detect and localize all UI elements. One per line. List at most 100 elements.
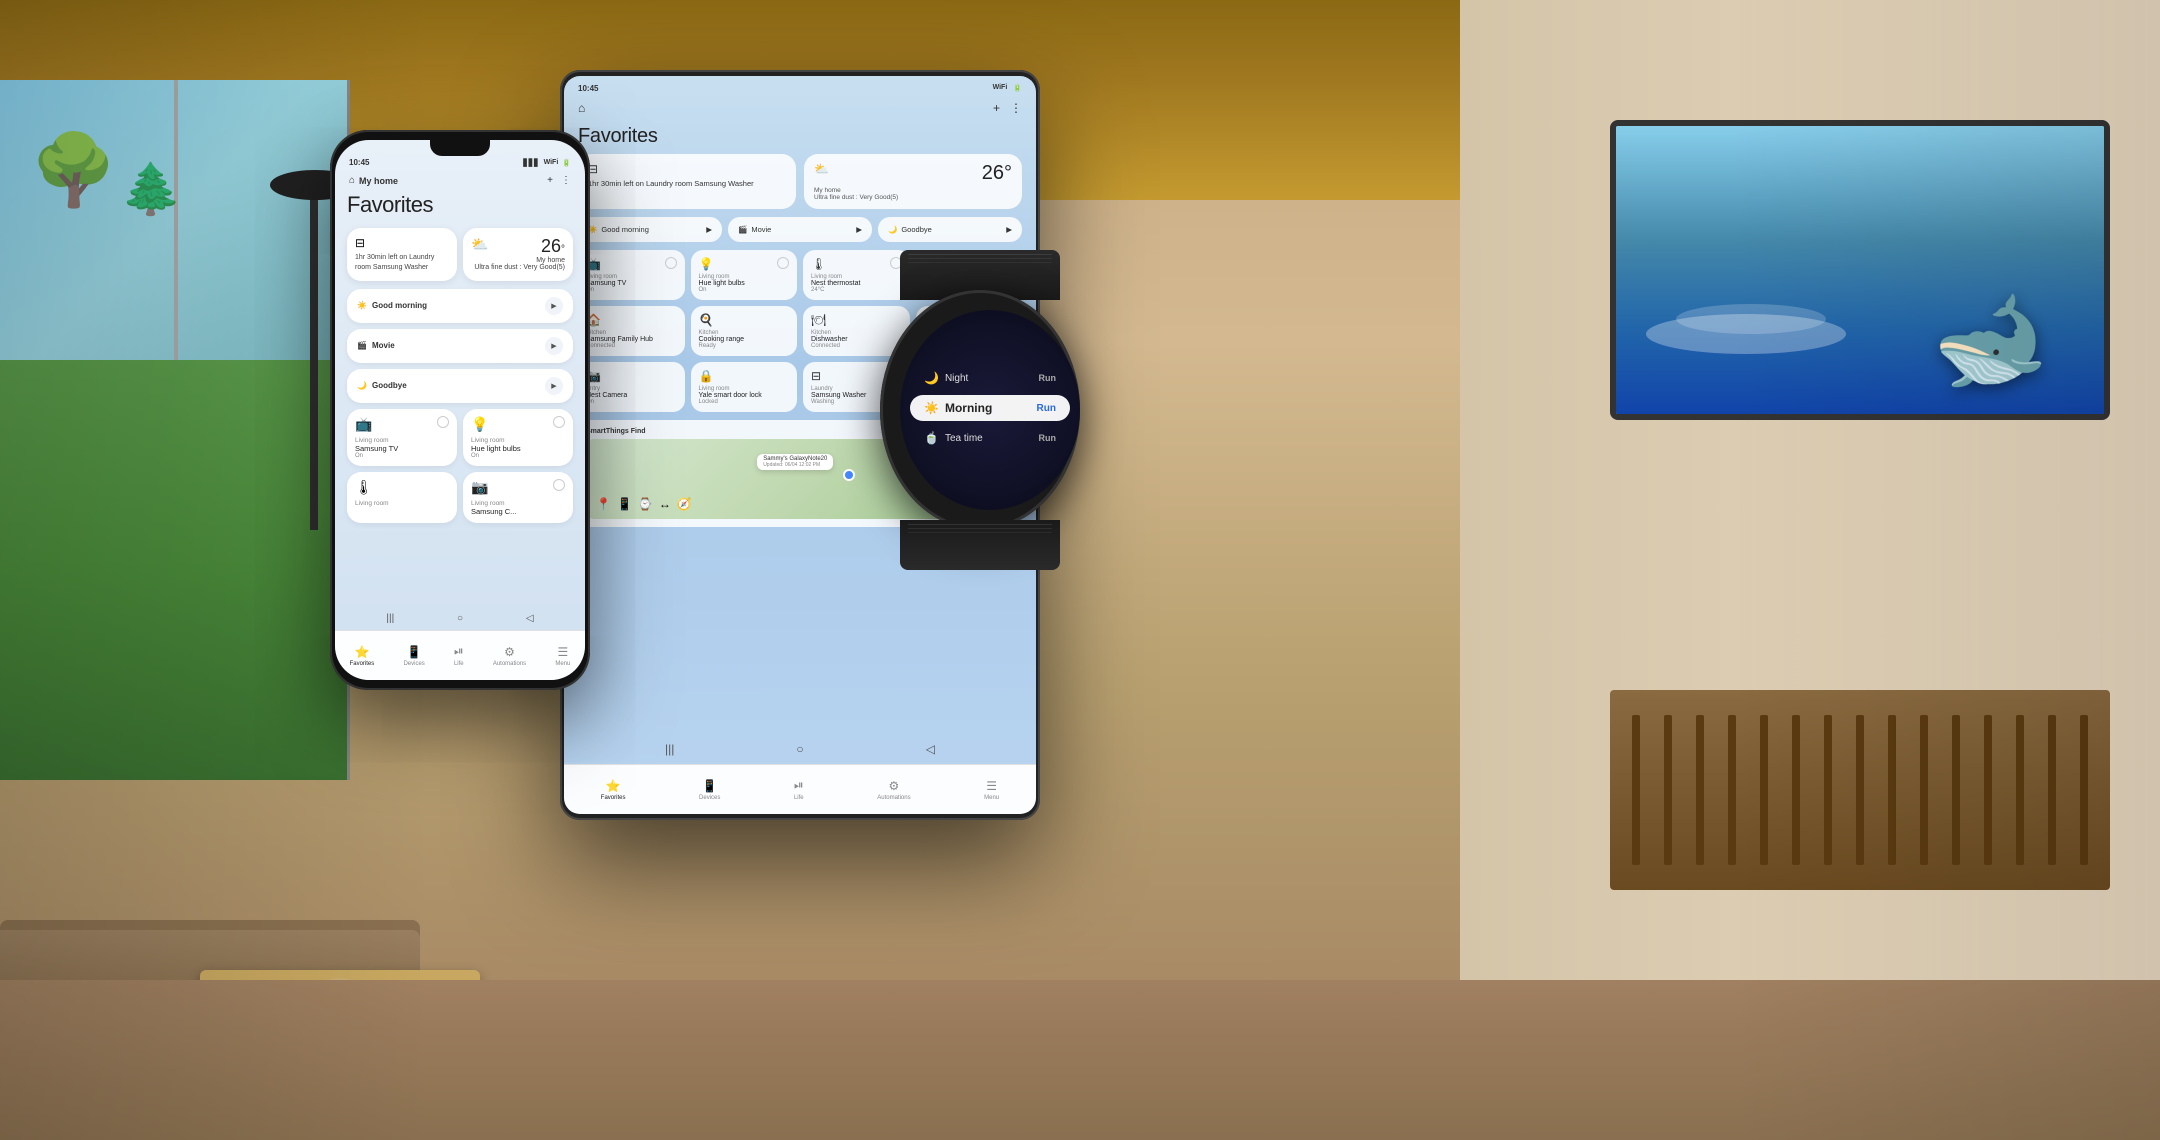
tablet-goodbye-btn[interactable]: 🌙 Goodbye ▶ <box>878 217 1022 242</box>
tablet-washer-card[interactable]: ⊟ 1hr 30min left on Laundry room Samsung… <box>578 154 796 209</box>
tablet-goodbye-label: Goodbye <box>901 225 931 234</box>
tablet-add-button[interactable]: + <box>993 101 1000 115</box>
tablet-movie-label: Movie <box>751 225 771 234</box>
tablet-morning-play[interactable]: ▶ <box>706 225 712 234</box>
phone-weather-card[interactable]: ⛅ 26° My homeUltra fine dust : Very Good… <box>463 228 573 281</box>
tablet-cam-status: On <box>586 399 677 405</box>
tablet-nav-menu[interactable]: ☰ Menu <box>984 779 999 801</box>
room-background: 🌳 🌲 🐋 <box>0 0 2160 1140</box>
good-morning-icon: ☀️ <box>357 301 367 310</box>
phone-signal: ▋▋▋ <box>523 159 539 167</box>
watch-band-bottom <box>900 520 1060 570</box>
phone-movie-btn[interactable]: 🎬 Movie ▶ <box>347 329 573 363</box>
watch-night-label: Night <box>945 373 968 384</box>
watch-tea-run[interactable]: Run <box>1039 433 1057 443</box>
tablet-movie-btn[interactable]: 🎬 Movie ▶ <box>728 217 872 242</box>
tablet-fav-label: Favorites <box>601 795 626 801</box>
phone-nav-automations[interactable]: ⚙ Automations <box>493 645 526 667</box>
phone-device-card-4[interactable]: 📷 Living room Samsung C... <box>463 472 573 523</box>
watch-case: 🌙 Night Run ☀️ Morning Run 🍵 Tea time <box>880 290 1080 530</box>
tablet-temp: 26° <box>982 162 1012 185</box>
phone-washer-text: 1hr 30min left on Laundry room Samsung W… <box>355 253 449 273</box>
watch-tea-label: Tea time <box>945 433 983 444</box>
tablet-top-cards: ⊟ 1hr 30min left on Laundry room Samsung… <box>564 154 1036 217</box>
map-share-icon[interactable]: ↔ <box>659 497 671 511</box>
tablet-goodbye-play[interactable]: ▶ <box>1006 225 1012 234</box>
tablet-yale-lock[interactable]: 🔒 Living room Yale smart door lock Locke… <box>691 362 798 412</box>
phone-living-room-card[interactable]: 🌡 Living room <box>347 472 457 523</box>
tablet-nav: ⭐ Favorites 📱 Devices ⏯ Life ⚙ Automatio… <box>564 764 1036 814</box>
phone-add-button[interactable]: + <box>547 175 553 186</box>
tablet-movie-play[interactable]: ▶ <box>856 225 862 234</box>
tablet-tv-power[interactable] <box>665 257 677 269</box>
tablet-family-hub[interactable]: 🏠 Kitchen Samsung Family Hub Connected <box>578 306 685 356</box>
phone-samsung-tv-card[interactable]: 📺 Living room Samsung TV On <box>347 409 457 466</box>
phone-more-button[interactable]: ⋮ <box>561 175 571 186</box>
phone-washer-card[interactable]: ⊟ 1hr 30min left on Laundry room Samsung… <box>347 228 457 281</box>
tablet-nav-life[interactable]: ⏯ Life <box>794 778 804 801</box>
tablet-good-morning-btn[interactable]: ☀️ Good morning ▶ <box>578 217 722 242</box>
watch-teatime-row[interactable]: 🍵 Tea time Run <box>910 425 1070 451</box>
watch-night-row[interactable]: 🌙 Night Run <box>910 365 1070 391</box>
cam-name: Samsung C... <box>471 507 565 516</box>
tablet-fav-icon: ⭐ <box>606 779 621 793</box>
watch-night-run[interactable]: Run <box>1039 373 1057 383</box>
phone-nav-devices[interactable]: 📱 Devices <box>403 645 424 667</box>
bulb-power-icon[interactable] <box>553 416 565 428</box>
tablet-favorites-title: Favorites <box>564 119 1036 154</box>
phone-hue-bulbs-card[interactable]: 💡 Living room Hue light bulbs On <box>463 409 573 466</box>
back-gesture: ||| <box>386 613 394 624</box>
tablet-nav-automations[interactable]: ⚙ Automations <box>877 779 910 801</box>
movie-play[interactable]: ▶ <box>545 337 563 355</box>
tablet-nav-devices[interactable]: 📱 Devices <box>699 779 720 801</box>
tablet-hue-bulbs[interactable]: 💡 Living room Hue light bulbs On <box>691 250 798 300</box>
tv-power-icon[interactable] <box>437 416 449 428</box>
goodbye-play[interactable]: ▶ <box>545 377 563 395</box>
tablet-nest-cam[interactable]: 📷 Entry Nest Camera On <box>578 362 685 412</box>
phone-nav-life[interactable]: ⏯ Life <box>454 644 464 667</box>
watch-morning-row[interactable]: ☀️ Morning Run <box>910 395 1070 421</box>
tablet-header: ⌂ + ⋮ <box>564 97 1036 119</box>
tablet-washer-text: 1hr 30min left on Laundry room Samsung W… <box>588 179 786 188</box>
tv-room: Living room <box>355 437 449 444</box>
tablet-auto-icon: ⚙ <box>889 779 900 793</box>
map-compass-icon[interactable]: 🧭 <box>677 497 692 511</box>
tablet-recents-gesture: ◁ <box>926 742 935 756</box>
phone-device-row-1: 📺 Living room Samsung TV On 💡 Living roo… <box>347 409 573 466</box>
tablet-bulb-power[interactable] <box>777 257 789 269</box>
lr-room: Living room <box>355 500 449 507</box>
tablet-home-icon: ⌂ <box>578 101 585 115</box>
map-locate-icon[interactable]: 📍 <box>596 497 611 511</box>
life-nav-label: Life <box>454 661 464 667</box>
tablet-cooking-range[interactable]: 🍳 Kitchen Cooking range Ready <box>691 306 798 356</box>
phone-nav-menu[interactable]: ☰ Menu <box>555 645 570 667</box>
tablet-map-pin <box>843 469 855 481</box>
cam-power-icon[interactable] <box>553 479 565 491</box>
tablet-movie-icon: 🎬 <box>738 225 747 234</box>
phone-nav-favorites[interactable]: ⭐ Favorites <box>350 645 375 667</box>
phone-good-morning-btn[interactable]: ☀️ Good morning ▶ <box>347 289 573 323</box>
tablet-bulb-name: Hue light bulbs <box>699 280 790 287</box>
home-gesture: ○ <box>457 613 463 624</box>
tablet-morning-label: Good morning <box>601 225 649 234</box>
tablet-life-label: Life <box>794 795 804 801</box>
bulb-room: Living room <box>471 437 565 444</box>
tablet-nav-favorites[interactable]: ⭐ Favorites <box>601 779 626 801</box>
map-watch-icon[interactable]: ⌚ <box>638 497 653 511</box>
tablet-samsung-tv[interactable]: 📺 Living room Samsung TV On <box>578 250 685 300</box>
tablet-fh-status: Connected <box>586 343 677 349</box>
tablet-weather-card[interactable]: ⛅ 26° My homeUltra fine dust : Very Good… <box>804 154 1022 209</box>
tablet-status-bar: 10:45 WiFi 🔋 <box>564 76 1036 97</box>
phone-title: My home <box>359 176 398 186</box>
phone-goodbye-btn[interactable]: 🌙 Goodbye ▶ <box>347 369 573 403</box>
tablet-more-button[interactable]: ⋮ <box>1010 101 1022 115</box>
map-phone-icon[interactable]: 📱 <box>617 497 632 511</box>
good-morning-play[interactable]: ▶ <box>545 297 563 315</box>
tablet-tv-name: Samsung TV <box>586 280 677 287</box>
tablet-wifi: WiFi <box>993 84 1008 93</box>
watch-morning-run[interactable]: Run <box>1037 403 1056 414</box>
life-nav-icon: ⏯ <box>454 644 464 659</box>
phone-device: 10:45 ▋▋▋ WiFi 🔋 ⌂ My home + ⋮ Favorites <box>330 130 590 690</box>
menu-nav-label: Menu <box>555 661 570 667</box>
tablet-home-gesture: ○ <box>796 742 803 756</box>
